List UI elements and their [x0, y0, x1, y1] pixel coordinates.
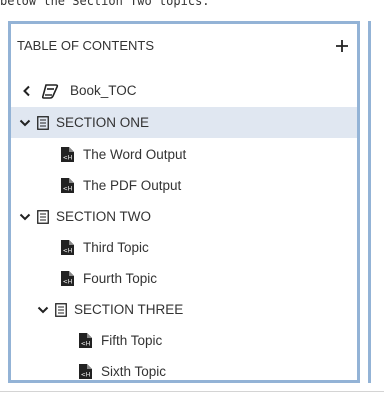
toc-topic-label: Fourth Topic — [83, 271, 158, 286]
toc-section-two[interactable]: SECTION TWO — [11, 201, 357, 232]
svg-text:<H: <H — [80, 372, 90, 379]
toc-section-one[interactable]: SECTION ONE — [11, 107, 357, 138]
svg-text:<H: <H — [62, 186, 72, 193]
toc-topic-label: Third Topic — [83, 240, 149, 255]
toc-section-label: SECTION THREE — [74, 302, 184, 317]
chevron-down-icon[interactable] — [36, 305, 50, 315]
svg-text:<H: <H — [80, 341, 90, 348]
chevron-down-icon[interactable] — [18, 118, 32, 128]
toc-topic-label: The PDF Output — [83, 178, 182, 193]
section-document-icon — [36, 209, 50, 224]
toc-title: TABLE OF CONTENTS — [17, 38, 154, 53]
adjacent-panel-edge — [368, 21, 384, 383]
toc-section-three[interactable]: SECTION THREE — [11, 294, 357, 325]
toc-topic-label: Sixth Topic — [101, 364, 167, 379]
toc-topic-label: The Word Output — [83, 147, 187, 162]
chevron-down-icon[interactable] — [18, 212, 32, 222]
toc-topic-row[interactable]: <H The PDF Output — [11, 170, 357, 201]
toc-topic-row[interactable]: <H The Word Output — [11, 139, 357, 170]
caption-text: below the Section Two topics. — [0, 0, 210, 8]
svg-text:<H: <H — [62, 279, 72, 286]
add-button[interactable] — [332, 36, 352, 56]
html-topic-icon: <H — [60, 178, 74, 193]
html-topic-icon: <H — [78, 364, 92, 379]
toc-topic-row[interactable]: <H Fifth Topic — [11, 325, 357, 356]
toc-topic-row[interactable]: <H Third Topic — [11, 232, 357, 263]
html-topic-icon: <H — [60, 147, 74, 162]
html-topic-icon: <H — [78, 333, 92, 348]
toc-book-label: Book_TOC — [70, 83, 137, 98]
section-document-icon — [36, 115, 50, 130]
chevron-left-icon[interactable] — [21, 85, 33, 97]
divider — [0, 391, 384, 392]
html-topic-icon: <H — [60, 240, 74, 255]
toc-section-label: SECTION TWO — [56, 209, 152, 224]
plus-icon — [336, 40, 348, 52]
book-icon — [42, 83, 60, 99]
svg-text:<H: <H — [62, 248, 72, 255]
toc-topic-row[interactable]: <H Sixth Topic — [11, 356, 357, 387]
html-topic-icon: <H — [60, 271, 74, 286]
page: below the Section Two topics. TABLE OF C… — [0, 0, 384, 401]
toc-topic-row[interactable]: <H Fourth Topic — [11, 263, 357, 294]
toc-panel: TABLE OF CONTENTS Book_TOC SECTION ONE <… — [8, 21, 360, 383]
section-document-icon — [54, 302, 68, 317]
svg-text:<H: <H — [62, 155, 72, 162]
toc-book-row[interactable]: Book_TOC — [11, 75, 357, 106]
toc-topic-label: Fifth Topic — [101, 333, 163, 348]
toc-section-label: SECTION ONE — [56, 115, 150, 130]
